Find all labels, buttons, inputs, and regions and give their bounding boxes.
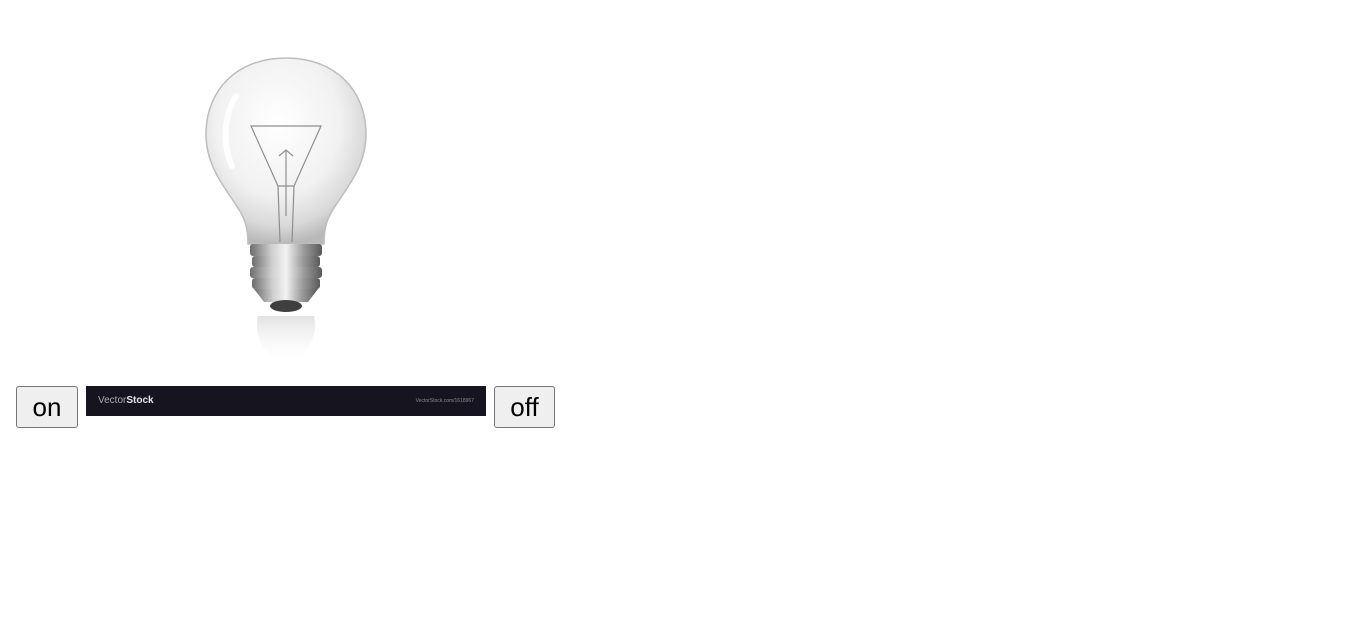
page: on VectorStock VectorStock.com/1618967 o…	[0, 0, 1366, 626]
on-button[interactable]: on	[16, 386, 78, 428]
lightbulb-image: VectorStock VectorStock.com/1618967	[86, 16, 486, 416]
off-button[interactable]: off	[494, 386, 555, 428]
bulb-reflection	[257, 316, 315, 366]
lightbulb-icon	[205, 57, 367, 366]
bulb-base	[250, 244, 322, 312]
watermark-banner: VectorStock VectorStock.com/1618967	[86, 386, 486, 416]
watermark-brand: VectorStock	[98, 395, 154, 406]
watermark-url: VectorStock.com/1618967	[415, 398, 474, 404]
